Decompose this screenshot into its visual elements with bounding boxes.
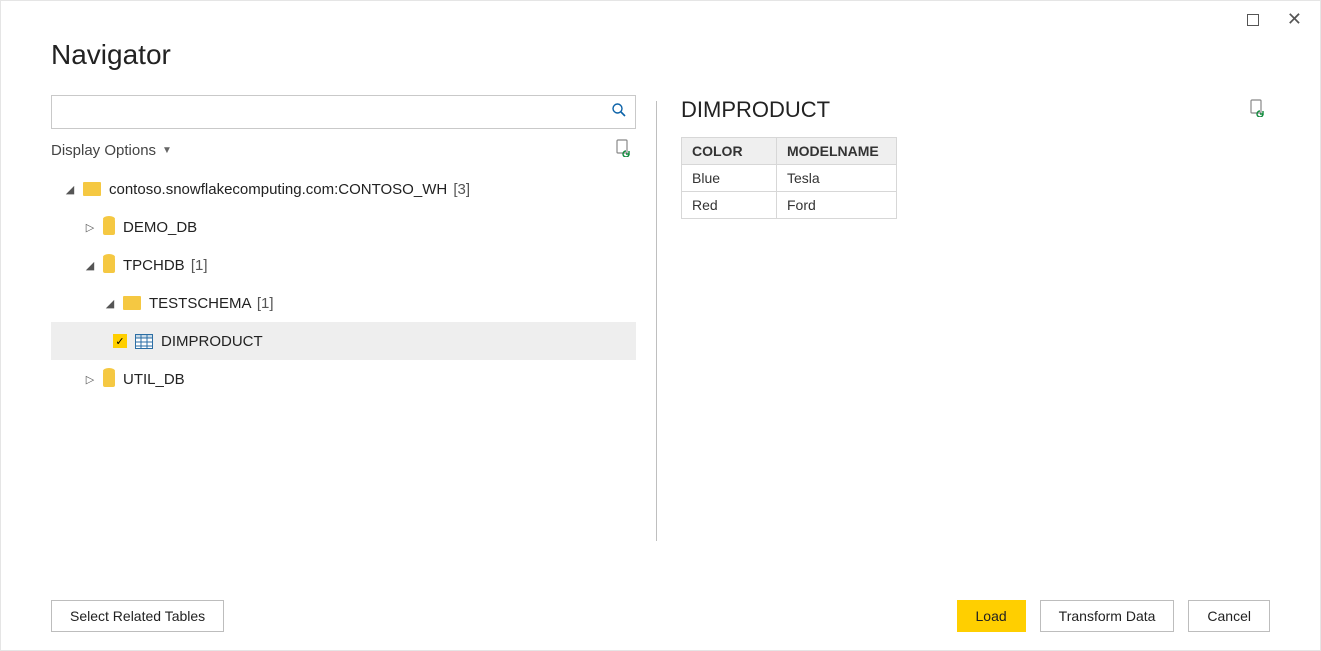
tree-schema-label: TESTSCHEMA [1] <box>149 295 274 312</box>
expand-icon[interactable]: ▷ <box>85 373 95 386</box>
column-header-color[interactable]: COLOR <box>682 138 777 165</box>
preview-title: DIMPRODUCT <box>681 97 830 123</box>
collapse-icon[interactable]: ◢ <box>65 183 75 196</box>
cell: Ford <box>777 192 897 219</box>
display-options-label: Display Options <box>51 142 156 159</box>
tree-db-label: TPCHDB [1] <box>123 257 208 274</box>
folder-icon <box>83 182 101 196</box>
cell: Red <box>682 192 777 219</box>
tree-root-label: contoso.snowflakecomputing.com:CONTOSO_W… <box>109 181 470 198</box>
collapse-icon[interactable]: ◢ <box>85 259 95 272</box>
database-icon <box>103 257 115 273</box>
folder-icon <box>123 296 141 310</box>
table-icon <box>135 334 153 349</box>
chevron-down-icon: ▼ <box>162 145 172 156</box>
display-options-dropdown[interactable]: Display Options ▼ <box>51 142 172 159</box>
cell: Blue <box>682 165 777 192</box>
tree-schema[interactable]: ◢ TESTSCHEMA [1] <box>51 284 636 322</box>
tree-root[interactable]: ◢ contoso.snowflakecomputing.com:CONTOSO… <box>51 170 636 208</box>
collapse-icon[interactable]: ◢ <box>105 297 115 310</box>
column-header-modelname[interactable]: MODELNAME <box>777 138 897 165</box>
maximize-icon[interactable] <box>1247 13 1259 31</box>
page-title: Navigator <box>1 1 1320 71</box>
tree-db-label: DEMO_DB <box>123 219 197 236</box>
search-icon[interactable] <box>611 102 627 123</box>
close-icon[interactable]: ✕ <box>1287 13 1302 31</box>
checkbox-checked-icon[interactable]: ✓ <box>113 334 127 348</box>
tree-db-util[interactable]: ▷ UTIL_DB <box>51 360 636 398</box>
tree-table-dimproduct[interactable]: ✓ DIMPRODUCT <box>51 322 636 360</box>
database-icon <box>103 371 115 387</box>
select-related-tables-button[interactable]: Select Related Tables <box>51 600 224 632</box>
tree-db-demo[interactable]: ▷ DEMO_DB <box>51 208 636 246</box>
vertical-divider <box>656 101 657 541</box>
search-input[interactable] <box>62 104 611 120</box>
tree-db-label: UTIL_DB <box>123 371 185 388</box>
tree-table-label: DIMPRODUCT <box>161 333 263 350</box>
search-box[interactable] <box>51 95 636 129</box>
table-row: Red Ford <box>682 192 897 219</box>
expand-icon[interactable]: ▷ <box>85 221 95 234</box>
load-button[interactable]: Load <box>957 600 1026 632</box>
cancel-button[interactable]: Cancel <box>1188 600 1270 632</box>
navigator-tree: ◢ contoso.snowflakecomputing.com:CONTOSO… <box>51 170 636 398</box>
preview-refresh-icon[interactable] <box>1248 99 1266 122</box>
table-row: Blue Tesla <box>682 165 897 192</box>
cell: Tesla <box>777 165 897 192</box>
database-icon <box>103 219 115 235</box>
refresh-icon[interactable] <box>614 139 632 162</box>
preview-table: COLOR MODELNAME Blue Tesla Red Ford <box>681 137 897 219</box>
transform-data-button[interactable]: Transform Data <box>1040 600 1175 632</box>
tree-db-tpch[interactable]: ◢ TPCHDB [1] <box>51 246 636 284</box>
